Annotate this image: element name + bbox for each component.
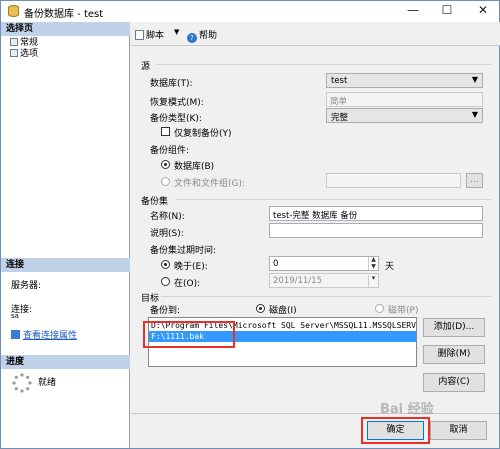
destination-divider — [161, 296, 491, 297]
help-button[interactable]: ? 帮助 — [187, 28, 217, 43]
backup-type-select[interactable]: 完整 ▼ — [326, 108, 483, 123]
close-button[interactable]: ✕ — [466, 0, 500, 22]
progress-header: 进度 — [1, 355, 130, 369]
days-spinner-icon[interactable]: ▲ ▼ — [368, 257, 378, 270]
page-icon — [10, 38, 18, 46]
source-divider — [156, 64, 491, 65]
minimize-button[interactable]: — — [396, 0, 430, 22]
expire-after-label: 晚于(E): — [174, 262, 208, 272]
database-label: 数据库(T): — [150, 79, 193, 89]
progress-status: 就绪 — [38, 378, 57, 388]
backup-to-label: 备份到: — [150, 306, 181, 316]
expire-date-input[interactable]: 2019/11/15 ▾ — [269, 273, 379, 288]
backup-component-label: 备份组件: — [150, 146, 190, 156]
copy-only-checkbox[interactable] — [161, 127, 170, 136]
page-general-label: 常规 — [20, 38, 39, 48]
recovery-model-field: 简单 — [326, 92, 483, 107]
script-icon — [135, 30, 144, 40]
tape-radio[interactable] — [375, 304, 384, 313]
expiry-label: 备份集过期时间: — [150, 246, 217, 256]
watermark: Bai 经验 — [380, 402, 434, 417]
help-icon: ? — [187, 33, 197, 43]
expire-after-radio[interactable] — [161, 260, 170, 269]
browse-filegroup-button[interactable]: ... — [466, 173, 483, 188]
window-title: 备份数据库 - test — [24, 9, 104, 20]
name-label: 名称(N): — [150, 212, 185, 222]
left-pane: 选择页 常规 选项 连接 服务器: 连接: sa 查看连接属性 进度 就绪 — [1, 22, 130, 448]
remove-destination-button[interactable]: 删除(M) — [423, 345, 485, 364]
tape-label: 磁带(P) — [388, 306, 419, 316]
disk-radio[interactable] — [256, 304, 265, 313]
connection-user: sa — [11, 312, 19, 320]
expire-on-label: 在(O): — [174, 279, 201, 289]
database-icon — [8, 5, 19, 17]
expire-days-input[interactable]: 0 ▲ ▼ — [269, 256, 379, 271]
description-label: 说明(S): — [150, 229, 184, 239]
page-general[interactable]: 常规 — [10, 38, 38, 49]
connection-header: 连接 — [1, 258, 130, 272]
highlight-box — [143, 321, 235, 348]
calendar-dropdown-icon[interactable]: ▾ — [368, 275, 378, 287]
description-input[interactable] — [269, 223, 483, 238]
footer-divider — [131, 413, 499, 414]
server-label: 服务器: — [11, 281, 42, 291]
recovery-model-label: 恢复模式(M): — [150, 98, 204, 108]
component-database-radio[interactable] — [161, 160, 170, 169]
backup-name-input[interactable]: test-完整 数据库 备份 — [269, 206, 483, 221]
source-section-title: 源 — [141, 62, 151, 72]
backup-set-divider — [176, 199, 491, 200]
highlight-box — [361, 417, 430, 444]
days-unit-label: 天 — [385, 262, 395, 272]
properties-icon — [11, 330, 20, 339]
cancel-button[interactable]: 取消 — [430, 421, 487, 440]
add-destination-button[interactable]: 添加(D)... — [423, 318, 485, 337]
component-files-label: 文件和文件组(G): — [174, 179, 246, 189]
page-options-label: 选项 — [20, 49, 39, 59]
backup-set-section-title: 备份集 — [141, 197, 169, 207]
page-options[interactable]: 选项 — [10, 49, 38, 60]
component-files-radio[interactable] — [161, 177, 170, 186]
contents-button[interactable]: 内容(C) — [423, 373, 485, 392]
script-button[interactable]: 脚本 — [135, 28, 164, 41]
disk-label: 磁盘(I) — [269, 306, 297, 316]
chevron-down-icon: ▼ — [471, 110, 478, 119]
filegroup-field — [326, 173, 461, 188]
select-page-header: 选择页 — [1, 22, 130, 36]
maximize-button[interactable]: ☐ — [430, 0, 464, 22]
page-icon — [10, 49, 18, 57]
spinner-icon — [12, 373, 32, 393]
chevron-down-icon: ▼ — [471, 75, 478, 84]
script-dropdown-icon[interactable]: ▼ — [174, 28, 179, 36]
component-database-label: 数据库(B) — [174, 162, 215, 172]
expire-on-radio[interactable] — [161, 277, 170, 286]
copy-only-label: 仅复制备份(Y) — [174, 129, 232, 139]
backup-type-label: 备份类型(K): — [150, 114, 202, 124]
view-connection-properties-link[interactable]: 查看连接属性 — [11, 328, 77, 341]
database-select[interactable]: test ▼ — [326, 73, 483, 88]
